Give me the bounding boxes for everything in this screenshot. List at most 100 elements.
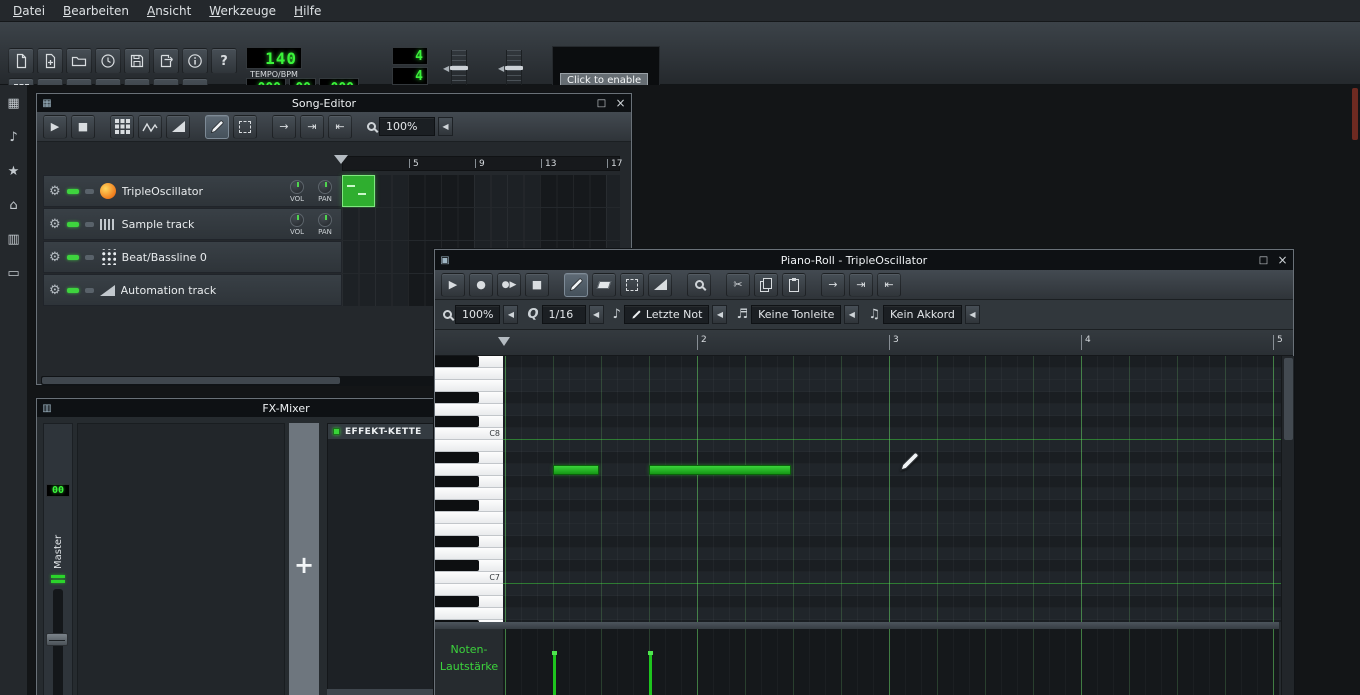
stop-button[interactable]: ■: [525, 273, 549, 297]
chevron-left-icon[interactable]: ◀: [503, 305, 518, 324]
gear-icon[interactable]: ⚙: [49, 184, 61, 199]
pan-knob[interactable]: [318, 213, 332, 227]
presets-icon[interactable]: ★: [5, 163, 23, 180]
velocity-stem[interactable]: [649, 655, 652, 695]
velocity-splitter[interactable]: [435, 622, 1279, 629]
playhead-marker[interactable]: [498, 337, 510, 352]
piano-key[interactable]: [435, 356, 503, 368]
q-value[interactable]: 1/16: [542, 305, 586, 324]
home-icon[interactable]: ⌂: [5, 197, 23, 214]
pan-knob[interactable]: [318, 180, 332, 194]
piano-key[interactable]: [435, 440, 503, 452]
gear-icon[interactable]: ⚙: [49, 283, 61, 298]
scrollbar-thumb[interactable]: [1284, 358, 1293, 440]
detune-mode-button[interactable]: [648, 273, 672, 297]
piano-key[interactable]: [435, 524, 503, 536]
paste-button[interactable]: [782, 273, 806, 297]
timeline-behaviour-button[interactable]: →: [272, 115, 296, 139]
piano-key[interactable]: [435, 392, 503, 404]
edit-mode-button[interactable]: [233, 115, 257, 139]
tempo-value[interactable]: 140: [246, 47, 302, 69]
maximize-button[interactable]: □: [1256, 253, 1271, 267]
track-pattern-area[interactable]: [342, 208, 620, 240]
zoom-value[interactable]: 100%: [455, 305, 500, 324]
draw-mode-button[interactable]: [205, 115, 229, 139]
tempo-display[interactable]: 140 TEMPO/BPM: [246, 47, 302, 79]
scrollbar-thumb[interactable]: [42, 377, 340, 384]
open-project-button[interactable]: [66, 48, 92, 74]
scale-value[interactable]: Keine Tonleite: [751, 305, 841, 324]
select-mode-button[interactable]: [620, 273, 644, 297]
song-editor-titlebar[interactable]: ▦ Song-Editor □ ×: [37, 94, 631, 112]
track-nameplate[interactable]: ⚙ Sample track VOL PAN: [43, 208, 342, 240]
piano-key[interactable]: [435, 404, 503, 416]
song-zoom-value[interactable]: 100%: [379, 117, 435, 136]
mute-led[interactable]: [67, 255, 79, 260]
timesig-denominator[interactable]: 4: [392, 67, 428, 85]
song-timeline[interactable]: 591317: [342, 156, 620, 171]
menu-ansicht[interactable]: Ansicht: [138, 1, 200, 21]
piano-key[interactable]: [435, 368, 503, 380]
volume-knob[interactable]: [290, 180, 304, 194]
chevron-left-icon[interactable]: ◀: [589, 305, 604, 324]
piano-key[interactable]: C7: [435, 572, 503, 584]
quantize-button[interactable]: [687, 273, 711, 297]
track-nameplate[interactable]: ⚙ TripleOscillator VOL PAN: [43, 175, 342, 207]
gear-icon[interactable]: ⚙: [49, 217, 61, 232]
menu-werkzeuge[interactable]: Werkzeuge: [200, 1, 285, 21]
erase-mode-button[interactable]: [592, 273, 616, 297]
song-zoom-control[interactable]: 100% ◀: [367, 117, 453, 136]
piano-key[interactable]: [435, 452, 503, 464]
piano-key[interactable]: [435, 608, 503, 620]
piano-key[interactable]: [435, 476, 503, 488]
close-button[interactable]: ×: [1275, 253, 1290, 267]
add-automation-track-button[interactable]: [166, 115, 190, 139]
solo-led[interactable]: [85, 288, 94, 293]
copy-button[interactable]: [754, 273, 778, 297]
export-project-button[interactable]: [153, 48, 179, 74]
note-length-value[interactable]: Letzte Not: [624, 305, 710, 324]
new-channel-button[interactable]: +: [289, 423, 319, 695]
velocity-area[interactable]: [503, 629, 1279, 695]
chevron-left-icon[interactable]: ◀: [965, 305, 980, 324]
piano-timeline[interactable]: 2345: [435, 330, 1293, 356]
maximize-button[interactable]: □: [594, 96, 609, 110]
playhead-marker[interactable]: [334, 155, 348, 171]
stop-button[interactable]: ■: [71, 115, 95, 139]
jump-end-button[interactable]: ⇥: [849, 273, 873, 297]
timesig-numerator[interactable]: 4: [392, 47, 428, 65]
cut-button[interactable]: ✂: [726, 273, 750, 297]
menu-hilfe[interactable]: Hilfe: [285, 1, 330, 21]
effect-chain-led[interactable]: [333, 428, 340, 435]
track-name[interactable]: Beat/Bassline 0: [122, 251, 336, 264]
track-pattern-area[interactable]: [342, 175, 620, 207]
play-button[interactable]: ▶: [441, 273, 465, 297]
gear-icon[interactable]: ⚙: [49, 250, 61, 265]
piano-key[interactable]: [435, 500, 503, 512]
fader-handle[interactable]: [46, 633, 68, 646]
workspace-scrollbar[interactable]: [1352, 88, 1358, 140]
root-dir-icon[interactable]: ▥: [5, 231, 23, 248]
menu-bearbeiten[interactable]: Bearbeiten: [54, 1, 138, 21]
pattern-segment[interactable]: [342, 175, 375, 207]
rewind-button[interactable]: ⇤: [877, 273, 901, 297]
note[interactable]: [649, 465, 791, 475]
note-grid[interactable]: [503, 356, 1281, 622]
timeline-behaviour-button[interactable]: →: [821, 273, 845, 297]
piano-key[interactable]: [435, 548, 503, 560]
channel-name[interactable]: Master: [53, 505, 64, 569]
draw-mode-button[interactable]: [564, 273, 588, 297]
velocity-stem[interactable]: [553, 655, 556, 695]
note-length-control[interactable]: ♪ Letzte Not ◀: [613, 305, 728, 324]
track-name[interactable]: Sample track: [122, 218, 280, 231]
scale-control[interactable]: ♬ Keine Tonleite ◀: [736, 305, 859, 324]
samples-icon[interactable]: ♪: [5, 129, 23, 146]
solo-led[interactable]: [85, 255, 94, 260]
whats-this-button[interactable]: ?: [211, 48, 237, 74]
new-project-button[interactable]: [8, 48, 34, 74]
solo-led[interactable]: [85, 222, 94, 227]
record-button[interactable]: ●: [469, 273, 493, 297]
piano-key[interactable]: [435, 512, 503, 524]
zoom-control[interactable]: 100% ◀: [443, 305, 518, 324]
volume-fader[interactable]: [53, 589, 63, 695]
